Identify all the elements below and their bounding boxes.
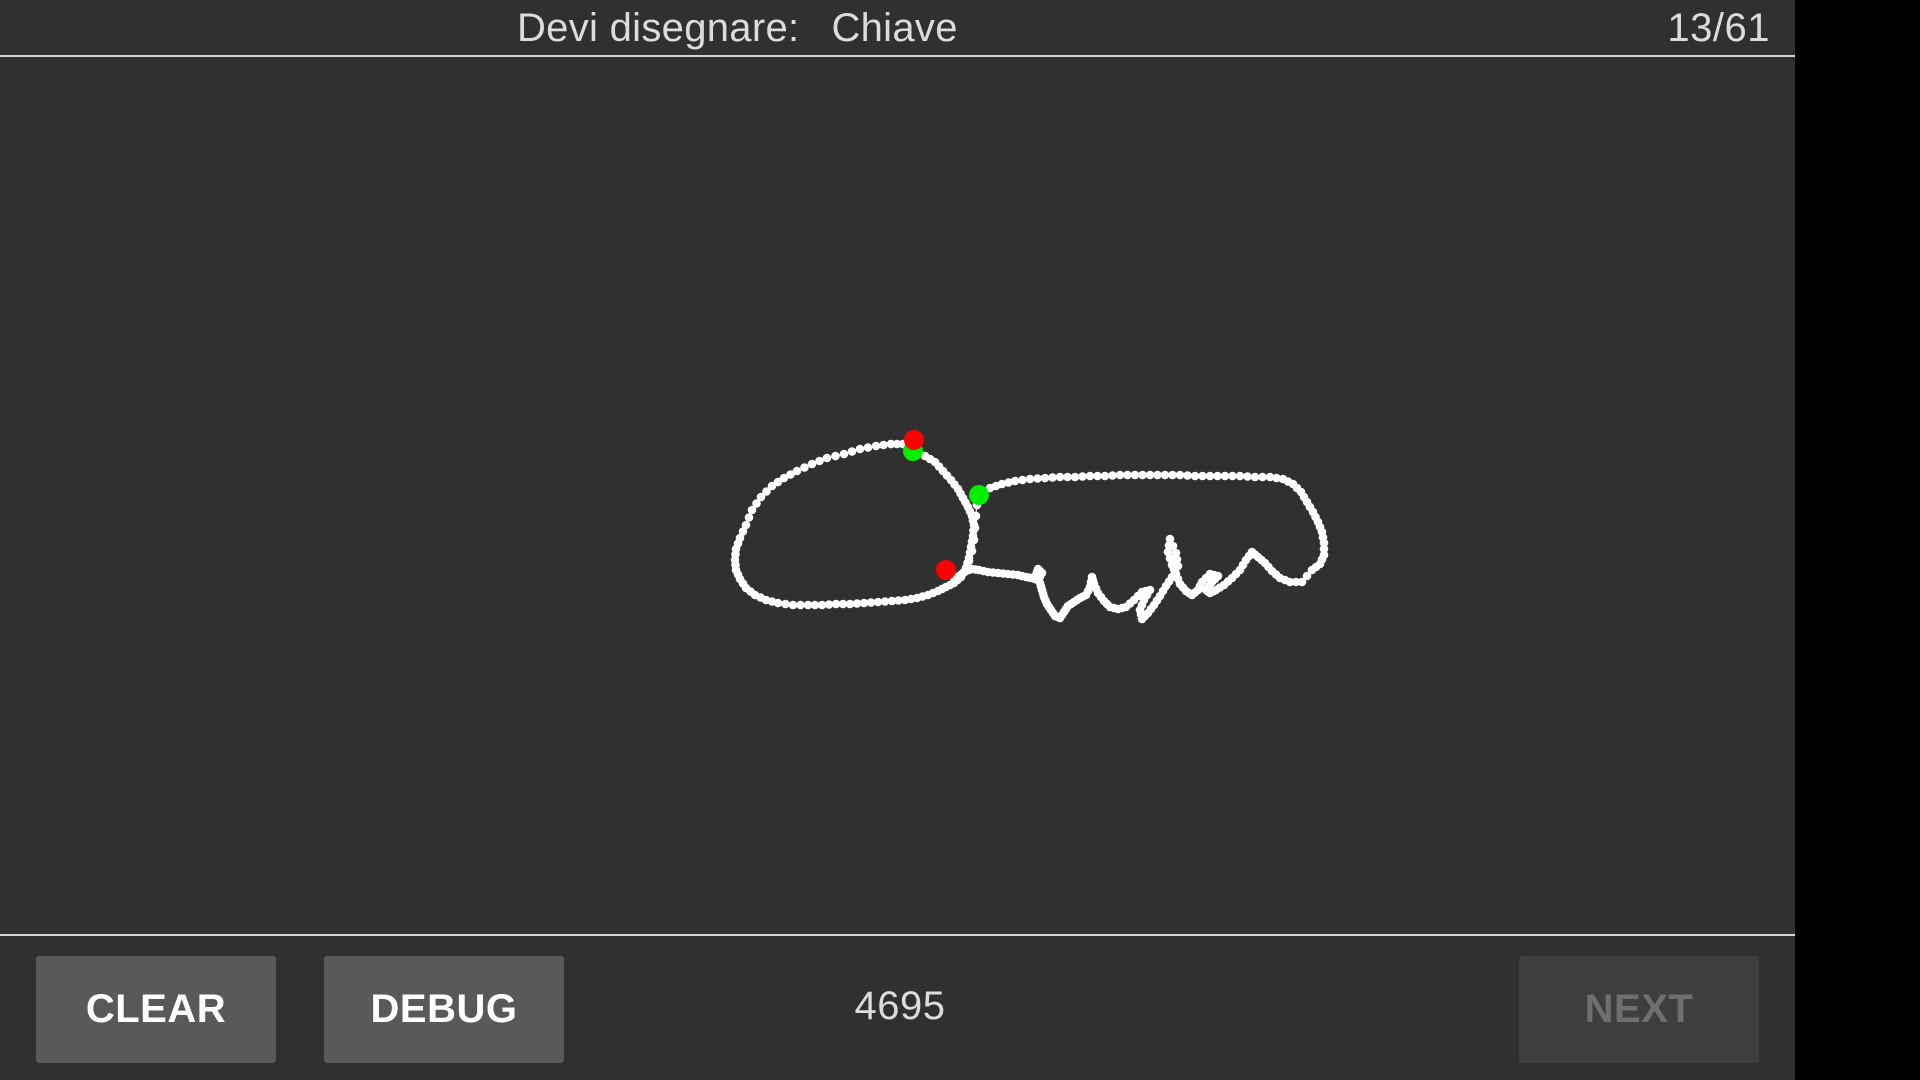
shaft-point (971, 511, 981, 521)
ring-point (831, 451, 840, 461)
footer-bar: CLEAR DEBUG 4695 NEXT (0, 934, 1795, 1080)
shaft-point (1085, 471, 1095, 481)
ring-point (847, 447, 857, 456)
ring-point (803, 600, 813, 610)
progress-counter: 13/61 (1667, 6, 1770, 50)
shaft-point (1010, 476, 1020, 486)
shaft-point (969, 535, 979, 545)
ring-point (879, 440, 888, 450)
app-window: Devi disegnare: Chiave 13/61 CLEAR DEBUG … (0, 0, 1795, 1080)
shaft-point (1100, 471, 1110, 481)
ring-point (807, 459, 817, 469)
prompt-label: Devi disegnare: (517, 6, 800, 50)
shaft-point (1183, 471, 1192, 480)
shaft-point (1205, 471, 1215, 481)
end-marker (904, 430, 924, 450)
shaft-point (1018, 475, 1027, 485)
shaft-point (1093, 471, 1102, 481)
shaft-point (1130, 470, 1140, 480)
shaft-point (1213, 471, 1222, 481)
stroke-ring (730, 439, 979, 610)
shaft-point (1048, 473, 1057, 482)
shaft-point (1220, 471, 1230, 481)
drawing-surface[interactable] (0, 57, 1795, 934)
shaft-point (1258, 472, 1267, 482)
start-marker (969, 485, 989, 505)
ring-point (788, 600, 798, 610)
score-value: 4695 (854, 984, 946, 1028)
ring-point (871, 441, 881, 451)
shaft-point (1228, 471, 1237, 481)
shaft-point (1198, 471, 1207, 481)
shaft-point (1025, 474, 1035, 484)
ring-point (792, 466, 802, 476)
ring-point (863, 443, 873, 452)
target-word: Chiave (831, 6, 958, 50)
shaft-point (1078, 472, 1087, 481)
stroke-key-shaft (941, 470, 1329, 624)
ring-point (796, 600, 805, 610)
shaft-point (1175, 470, 1185, 480)
shaft-point (1190, 471, 1200, 481)
ring-point (815, 456, 824, 466)
ring-point (744, 513, 754, 522)
end-marker (936, 560, 956, 580)
ring-point (822, 453, 832, 463)
shaft-point (1160, 470, 1170, 480)
shaft-point (1123, 470, 1132, 480)
ring-point (855, 444, 865, 454)
ring-point (781, 599, 790, 609)
shaft-point (1115, 470, 1125, 480)
shaft-point (1040, 473, 1050, 483)
debug-button[interactable]: DEBUG (324, 956, 564, 1063)
prompt-text: Devi disegnare: Chiave (517, 6, 958, 51)
ring-point (741, 520, 751, 530)
shaft-point (967, 546, 977, 556)
clear-button[interactable]: CLEAR (36, 956, 276, 1063)
shaft-point (970, 523, 980, 533)
shaft-point (1145, 470, 1155, 480)
shaft-point (1138, 470, 1147, 480)
shaft-point (1243, 472, 1252, 481)
header-bar: Devi disegnare: Chiave 13/61 (0, 0, 1795, 57)
next-button[interactable]: NEXT (1519, 956, 1759, 1063)
shaft-point (1033, 474, 1042, 483)
shaft-point (1070, 472, 1080, 482)
shaft-point (1168, 470, 1177, 480)
ring-point (839, 449, 849, 459)
shaft-point (1235, 471, 1245, 481)
shaft-point (1250, 472, 1260, 482)
shaft-point (1108, 471, 1117, 480)
ring-point (800, 463, 809, 472)
shaft-point (1153, 470, 1162, 480)
shaft-point (1063, 472, 1072, 482)
drawing-canvas[interactable] (0, 57, 1795, 934)
shaft-point (1055, 472, 1065, 482)
